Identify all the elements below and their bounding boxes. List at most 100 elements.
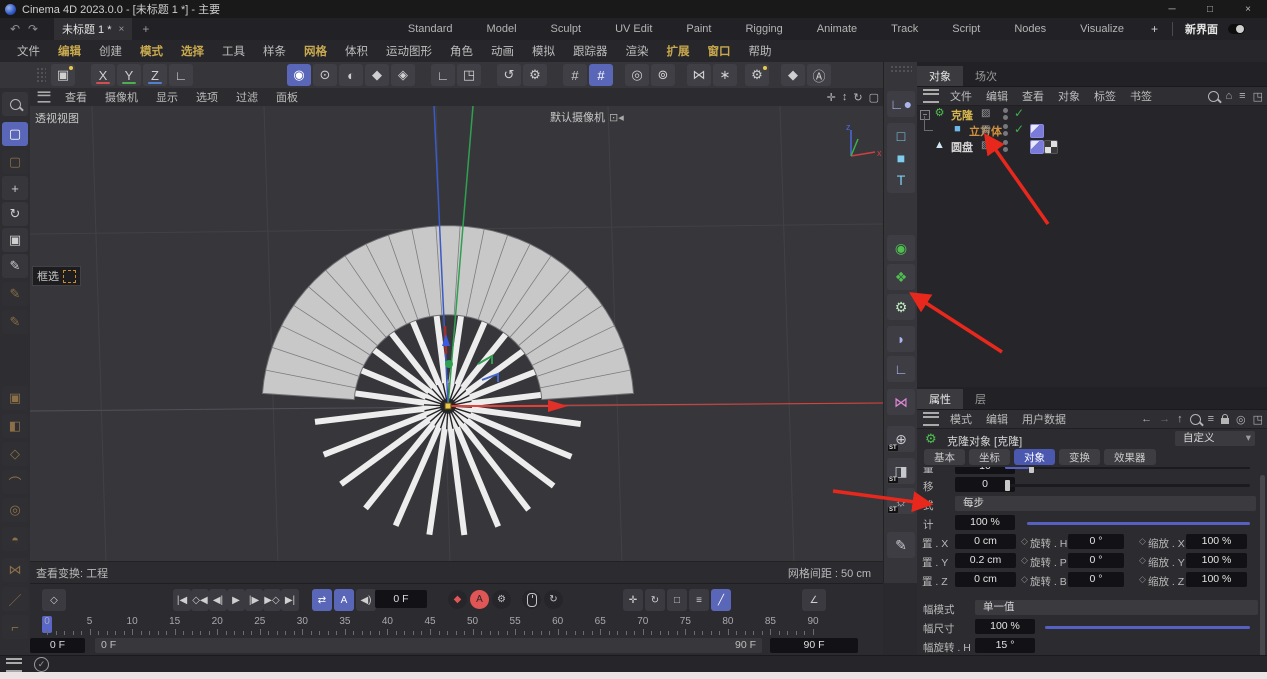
layout-menu-sculpt[interactable]: Sculpt [534,23,599,35]
menubar-item[interactable]: 运动图形 [377,43,441,59]
menubar-item[interactable]: 样条 [254,43,295,59]
spline-pen-tool[interactable]: ✎ [2,254,28,278]
add-tab-button[interactable]: + [142,22,149,36]
mask-tool[interactable]: ◓ [2,527,28,551]
dropdown-field[interactable]: 单一值 [975,600,1258,615]
edit-state-icon[interactable]: ▨ [981,124,992,135]
object-name[interactable]: 克隆 [951,107,973,123]
viewport-menu-item[interactable]: 选项 [187,89,227,105]
keyframe-diamond-icon[interactable]: ◇ [1139,536,1146,547]
play-button[interactable]: ▶ [227,589,245,611]
tab-场次[interactable]: 场次 [963,66,1009,86]
value-field[interactable]: 100 % [1186,553,1247,568]
autokey-button[interactable]: A [334,589,354,611]
section-tab-坐标[interactable]: 坐标 [969,449,1010,465]
toolbar-drag-handle[interactable] [36,67,46,83]
phong-tag-icon[interactable] [1030,140,1044,154]
om-home-icon[interactable]: ⌂ [1226,90,1233,102]
knife-tool[interactable]: ／ [2,587,28,611]
symmetry-object-icon[interactable]: ⋈ [887,389,915,415]
layout-menu-model[interactable]: Model [470,23,534,35]
value-field[interactable]: 100 % [975,619,1035,634]
pan-icon[interactable]: ✛ [827,91,836,104]
viewport-solo-icon[interactable]: ▣ [51,64,75,86]
mirror-tool[interactable]: ⋈ [2,558,28,582]
volume-builder-icon[interactable]: ❖ [887,264,915,290]
edit-state-icon[interactable]: ▨ [981,140,992,151]
menubar-item[interactable]: 模拟 [523,43,564,59]
view-label[interactable]: 透视视图 [35,110,79,126]
prev-key-button[interactable]: ◇◀ [191,589,209,611]
visibility-dots[interactable] [1003,140,1008,154]
lock-points-tool[interactable]: ◎ [2,498,28,522]
keyframe-button[interactable]: ◇ [42,589,66,611]
scale-tool[interactable]: ▣ [2,228,28,252]
polygon-mode-icon[interactable]: ◆ [365,64,389,86]
extrude-tool[interactable]: ◧ [2,414,28,438]
key-position-icon[interactable]: ✛ [623,589,643,611]
key-parameter-icon[interactable]: ≡ [689,589,709,611]
om-popout-icon[interactable]: ◳ [1253,90,1263,103]
range-start-field[interactable]: 0 F [30,638,85,653]
value-field[interactable]: 0.2 cm [955,553,1016,568]
attr-up-icon[interactable]: ↑ [1177,413,1183,425]
viewport-menu-item[interactable]: 查看 [56,89,96,105]
menubar-item[interactable]: 角色 [441,43,482,59]
camera-object-icon[interactable]: ◨ST [887,458,915,484]
object-tree[interactable]: −⚙克隆▨✓■立方体▨✓▲圆盘▨ [917,106,1267,387]
menubar-item[interactable]: 选择 [172,43,213,59]
value-field[interactable]: 0 ° [1068,572,1124,587]
box-select-tool[interactable]: ▢ [2,122,28,146]
menubar-item[interactable]: 编辑 [49,43,90,59]
null-object-icon[interactable]: ∟● [887,91,915,117]
prev-frame-button[interactable]: ◀| [209,589,227,611]
next-frame-button[interactable]: |▶ [245,589,263,611]
close-button[interactable]: × [1229,0,1267,18]
goto-start-button[interactable]: |◀ [173,589,191,611]
point-mode-icon[interactable]: ⊙ [313,64,337,86]
text-spline-icon[interactable]: T [887,167,915,193]
mouse-record-icon[interactable] [522,590,541,609]
bridge-tool[interactable]: ⌒ [2,470,28,494]
tab-close-icon[interactable]: × [119,24,125,35]
edge-mode-icon[interactable]: ◐ [339,64,363,86]
undo-move-icon[interactable]: ↺ [497,64,521,86]
visibility-dots[interactable] [1003,124,1008,138]
keyframe-diamond-icon[interactable]: ◇ [1021,536,1028,547]
workplane-icon[interactable]: ◳ [457,64,481,86]
coord-system-icon[interactable]: ∟ [169,64,193,86]
value-field[interactable]: 0 ° [1068,553,1124,568]
tab-属性[interactable]: 属性 [917,389,963,409]
new-interface-button[interactable]: 新界面 [1177,21,1226,37]
tab-对象[interactable]: 对象 [917,66,963,86]
redo-icon[interactable]: ↷ [24,22,42,36]
range-bar[interactable]: 0 F90 F [95,638,762,653]
menubar-item[interactable]: 模式 [131,43,172,59]
keyframe-diamond-icon[interactable]: ◇ [1139,555,1146,566]
attribute-menu-item[interactable]: 编辑 [979,411,1015,427]
attr-back-icon[interactable]: ← [1141,413,1152,425]
key-pla-icon[interactable]: ╱ [711,589,731,611]
attr-target-icon[interactable]: ◎ [1236,413,1246,426]
axis-y-lock[interactable]: Y [117,64,141,86]
axis-modify-icon[interactable]: ∟ [431,64,455,86]
om-search-icon[interactable] [1208,91,1219,102]
status-menu-icon[interactable] [6,658,22,672]
workplane-axis-icon[interactable]: ∟ [887,356,915,382]
spline-sketch-tool[interactable]: ✎ [2,282,28,306]
loop-button[interactable]: ⇄ [312,589,332,611]
key-rotation-icon[interactable]: ↻ [645,589,665,611]
model-mode-icon[interactable]: ◉ [287,64,311,86]
orbit-icon[interactable]: ↻ [853,91,862,104]
next-key-button[interactable]: ▶◇ [263,589,281,611]
layout-menu-track[interactable]: Track [874,23,935,35]
move-tool[interactable]: + [2,176,28,200]
value-field[interactable]: 100 % [1186,572,1247,587]
autokey-record-button[interactable]: A [470,590,489,609]
record-settings-button[interactable]: ⚙ [492,590,511,609]
tweak-mode-icon[interactable]: ◈ [391,64,415,86]
layout-add-button[interactable]: + [1141,22,1168,36]
section-tab-对象[interactable]: 对象 [1014,449,1055,465]
menubar-item[interactable]: 创建 [90,43,131,59]
value-field[interactable]: 100 % [1186,534,1247,549]
